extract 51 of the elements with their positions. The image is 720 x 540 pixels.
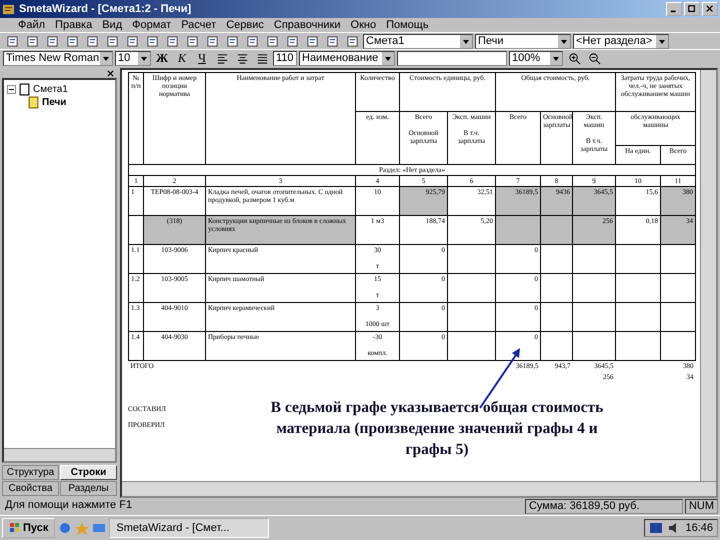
value-field[interactable] — [397, 50, 507, 66]
menu-item[interactable]: Расчет — [181, 19, 216, 31]
close-button[interactable] — [702, 2, 718, 16]
horizontal-scrollbar[interactable] — [4, 448, 115, 461]
estimate-dropdown[interactable]: Смета1 — [363, 34, 473, 48]
close-icon — [706, 5, 714, 13]
status-sum: Сумма: 36189,50 руб. — [524, 499, 683, 514]
section-dropdown[interactable]: <Нет раздела> — [573, 34, 669, 48]
start-button[interactable]: Пуск — [2, 518, 56, 538]
panel-tab[interactable]: Разделы — [60, 481, 117, 496]
menu-item[interactable]: Правка — [55, 19, 92, 31]
column-dropdown[interactable]: Наименование — [299, 50, 395, 66]
italic-button[interactable]: К — [173, 50, 191, 66]
menu-item[interactable]: Файл — [18, 19, 46, 31]
taskbar-button[interactable]: SmetaWizard - [Смет... — [109, 518, 270, 538]
underline-button[interactable]: Ч — [193, 50, 211, 66]
tree-item[interactable]: Смета1 — [33, 84, 68, 95]
document-icon — [18, 83, 31, 96]
bold-button[interactable]: Ж — [153, 50, 171, 66]
menu-item[interactable]: Вид — [102, 19, 122, 31]
maximize-icon — [688, 5, 696, 13]
annotation-text: В седьмой графе указывается общая стоимость материала (произведение значений графы 4 и графы 5) — [270, 398, 604, 460]
window-title: SmetaWizard - [Смета1:2 - Печи] — [19, 3, 192, 15]
zoom-dropdown[interactable]: 100% — [509, 50, 563, 66]
status-mode: NUM — [684, 499, 718, 514]
maximize-button[interactable] — [684, 2, 700, 16]
font-dropdown[interactable]: Times New Roman — [3, 50, 113, 66]
code-field[interactable]: 110 — [273, 50, 297, 66]
menu-item[interactable]: Помощь — [386, 19, 429, 31]
menu-item[interactable]: Окно — [350, 19, 376, 31]
panel-tab[interactable]: Свойства — [2, 481, 59, 496]
collapse-icon[interactable] — [7, 85, 16, 94]
clock: 16:46 — [685, 522, 713, 534]
flag-icon — [9, 522, 21, 534]
font-size-dropdown[interactable]: 10 — [115, 50, 151, 66]
globe-icon[interactable] — [58, 521, 72, 535]
star-icon[interactable] — [75, 521, 90, 535]
panel-tab[interactable]: Строки — [60, 465, 117, 480]
minimize-button[interactable] — [666, 2, 682, 16]
horizontal-scrollbar[interactable] — [122, 481, 716, 496]
menu-item[interactable]: Справочники — [274, 19, 341, 31]
close-icon — [107, 70, 114, 76]
menu-item[interactable]: Формат — [132, 19, 172, 31]
panel-tab[interactable]: Структура — [2, 465, 59, 480]
app-icon — [2, 2, 15, 16]
tree-item[interactable]: Печи — [42, 97, 66, 108]
menu-item[interactable]: Сервис — [226, 19, 264, 31]
vertical-scrollbar[interactable] — [700, 70, 716, 482]
keyboard-icon — [649, 521, 664, 535]
part-dropdown[interactable]: Печи — [475, 34, 571, 48]
status-hint: Для помощи нажмите F1 — [4, 499, 134, 513]
